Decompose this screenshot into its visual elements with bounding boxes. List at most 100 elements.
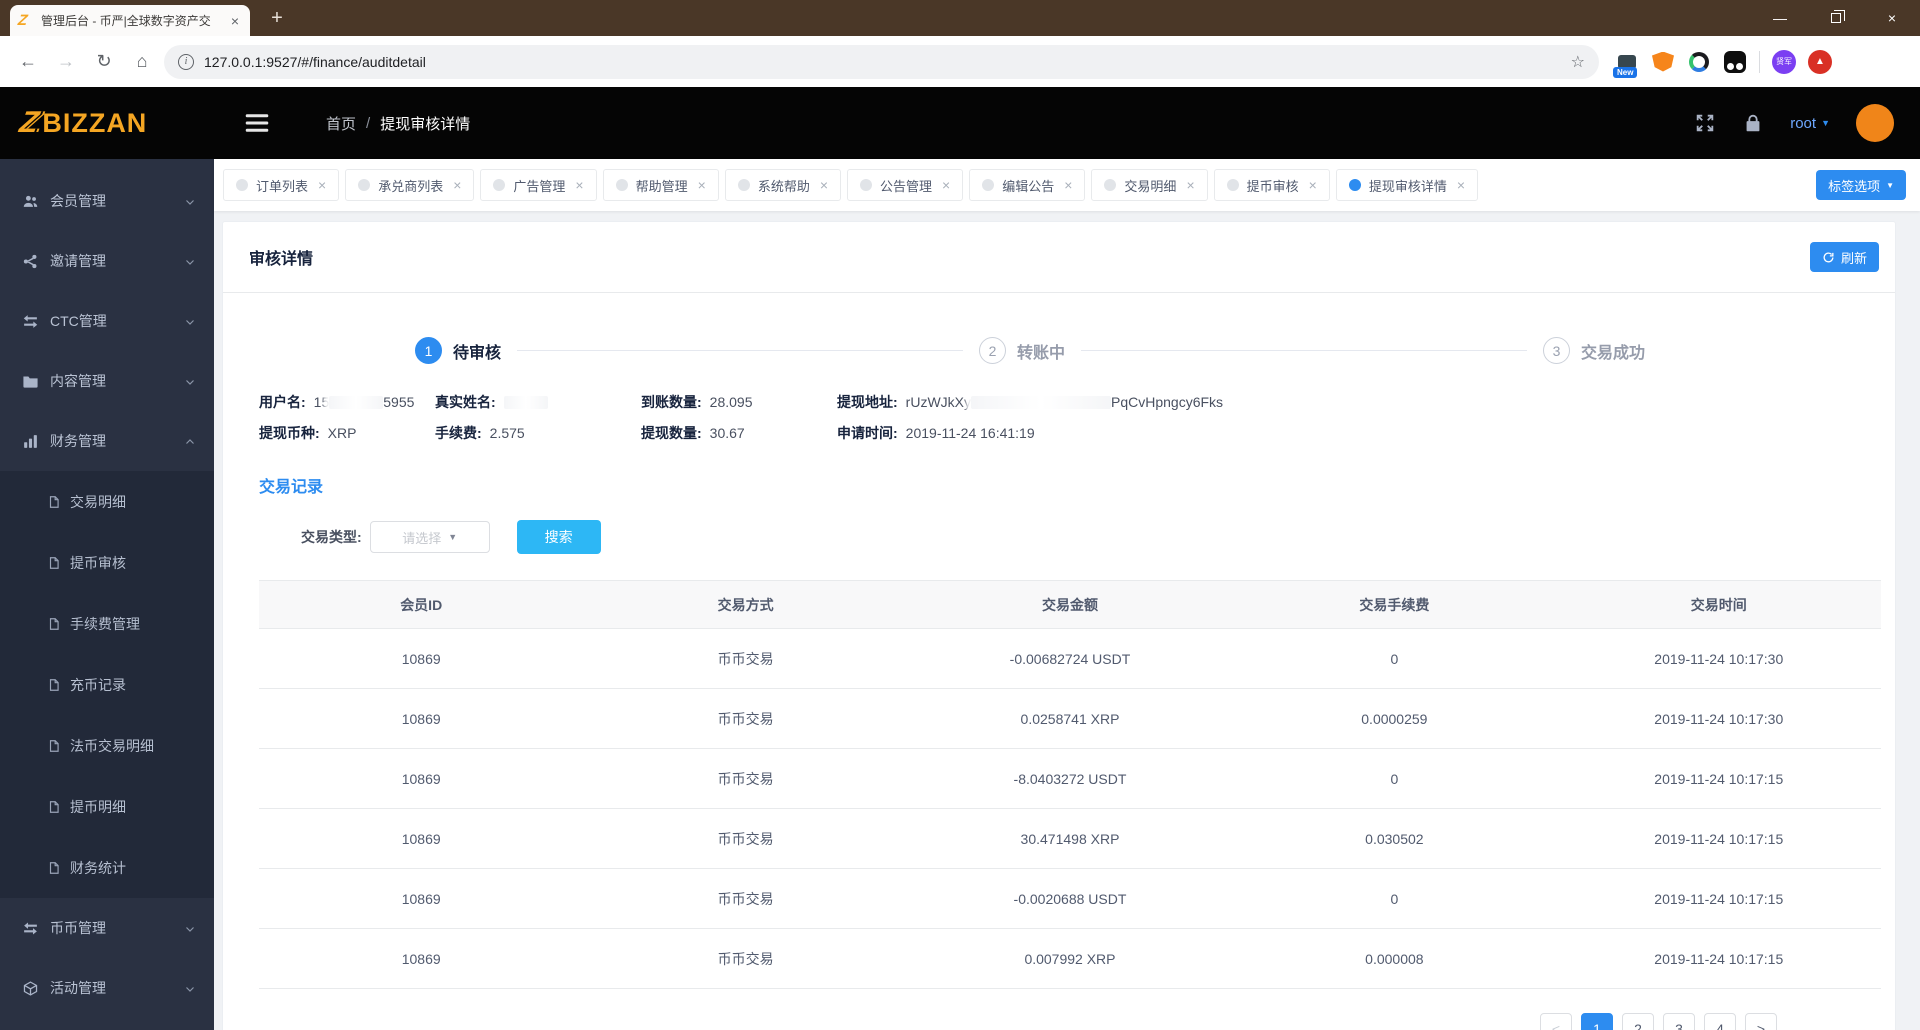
- app-tab-编辑公告[interactable]: 编辑公告 ×: [969, 169, 1086, 201]
- pagination-page-1[interactable]: 1: [1581, 1013, 1613, 1030]
- table-cell: 2019-11-24 10:17:15: [1556, 748, 1881, 809]
- app-tab-帮助管理[interactable]: 帮助管理 ×: [602, 169, 719, 201]
- browser-tab-close-icon[interactable]: ×: [228, 13, 242, 29]
- sidebar-item-CTC管理[interactable]: CTC管理: [0, 291, 214, 351]
- sidebar-item-邀请管理[interactable]: 邀请管理: [0, 231, 214, 291]
- ring-extension-icon[interactable]: [1687, 50, 1711, 74]
- tab-close-icon[interactable]: ×: [318, 177, 326, 193]
- table-row: 10869 币币交易 30.471498 XRP 0.030502 2019-11-24…: [259, 808, 1881, 869]
- pagination-next-button[interactable]: >: [1745, 1013, 1777, 1030]
- pagination-page-2[interactable]: 2: [1622, 1013, 1654, 1030]
- sidebar-item-币币管理[interactable]: 币币管理: [0, 898, 214, 958]
- submenu-item-充币记录[interactable]: 充币记录: [0, 654, 214, 715]
- app-tab-广告管理[interactable]: 广告管理 ×: [480, 169, 597, 201]
- sidebar-item-内容管理[interactable]: 内容管理: [0, 351, 214, 411]
- home-icon[interactable]: ⌂: [126, 46, 158, 78]
- tab-label: 提现审核详情: [1368, 178, 1447, 194]
- bizzan-logo[interactable]: Z BIZZAN: [0, 106, 214, 140]
- update-arrow-icon[interactable]: ▲: [1808, 49, 1832, 74]
- address-bar[interactable]: i 127.0.0.1:9527/#/finance/auditdetail ☆: [164, 44, 1599, 79]
- submenu-item-交易明细[interactable]: 交易明细: [0, 471, 214, 532]
- tab-close-icon[interactable]: ×: [698, 177, 706, 193]
- sidebar-item-活动管理[interactable]: 活动管理: [0, 958, 214, 1018]
- app-tab-公告管理[interactable]: 公告管理 ×: [847, 169, 964, 201]
- bookmark-star-icon[interactable]: ☆: [1571, 52, 1585, 72]
- lock-icon[interactable]: [1742, 112, 1764, 134]
- pagination-page-4[interactable]: 4: [1704, 1013, 1736, 1030]
- tab-close-icon[interactable]: ×: [1064, 177, 1072, 193]
- tab-close-icon[interactable]: ×: [575, 177, 583, 193]
- window-close-button[interactable]: ×: [1864, 0, 1920, 36]
- refresh-button[interactable]: 刷新: [1809, 242, 1879, 272]
- search-button[interactable]: 搜索: [516, 520, 601, 554]
- reload-icon[interactable]: ↻: [88, 46, 120, 78]
- app-tab-提现审核详情[interactable]: 提现审核详情 ×: [1335, 169, 1479, 201]
- pagination-page-3[interactable]: 3: [1663, 1013, 1695, 1030]
- info-value: 2.575: [490, 425, 525, 441]
- tab-dot-icon: [493, 179, 506, 191]
- browser-toolbar: ← → ↻ ⌂ i 127.0.0.1:9527/#/finance/audit…: [0, 36, 1920, 87]
- header-actions: root ▼: [1694, 104, 1920, 142]
- tab-close-icon[interactable]: ×: [820, 177, 828, 193]
- tab-close-icon[interactable]: ×: [453, 177, 461, 193]
- info-value-text: PqCvHpngcy6Fks: [1111, 394, 1224, 410]
- info-field: 到账数量: 28.095: [641, 392, 837, 412]
- submenu-item-财务统计[interactable]: 财务统计: [0, 837, 214, 898]
- transaction-type-select[interactable]: 请选择 ▼: [369, 521, 490, 553]
- info-field: 真实姓名:: [435, 392, 641, 412]
- submenu-item-label: 充币记录: [70, 676, 126, 693]
- new-tab-button[interactable]: +: [264, 7, 290, 30]
- doc-icon: [47, 739, 61, 753]
- submenu-item-提币明细[interactable]: 提币明细: [0, 776, 214, 837]
- back-icon[interactable]: ←: [12, 46, 44, 78]
- chevron-down-icon: ▼: [448, 532, 458, 542]
- info-field: 提现数量: 30.67: [641, 423, 837, 443]
- sidebar-item-label: 币币管理: [50, 920, 106, 936]
- info-field: 申请时间: 2019-11-24 16:41:19: [837, 423, 1875, 443]
- submenu-item-法币交易明细[interactable]: 法币交易明细: [0, 715, 214, 776]
- tab-label: 公告管理: [880, 178, 933, 194]
- app-tab-系统帮助[interactable]: 系统帮助 ×: [724, 169, 842, 201]
- fullscreen-icon[interactable]: [1694, 112, 1716, 134]
- browser-profile-avatar[interactable]: 贤军: [1772, 49, 1796, 74]
- user-menu[interactable]: root ▼: [1790, 115, 1830, 132]
- sidebar-toggle-icon[interactable]: [242, 108, 272, 138]
- table-cell: 0.0258741 XRP: [907, 688, 1233, 749]
- forward-icon[interactable]: →: [50, 46, 82, 78]
- info-field: 提现地址: rUzWJkXy PqCvHpngcy6Fks: [837, 392, 1875, 412]
- sidebar-item-会员管理[interactable]: 会员管理: [0, 171, 214, 231]
- metamask-icon[interactable]: [1651, 50, 1675, 74]
- tab-label: 帮助管理: [635, 178, 688, 194]
- tab-close-icon[interactable]: ×: [1309, 177, 1317, 193]
- user-avatar[interactable]: [1856, 104, 1894, 142]
- breadcrumb-home[interactable]: 首页: [326, 113, 356, 134]
- tab-dot-icon: [982, 179, 995, 191]
- site-info-icon[interactable]: i: [178, 53, 194, 70]
- tag-options-button[interactable]: 标签选项 ▼: [1816, 170, 1906, 200]
- extension-new-icon[interactable]: New: [1613, 50, 1639, 78]
- app-tab-承兑商列表[interactable]: 承兑商列表 ×: [345, 169, 475, 201]
- table-header-row: 会员ID 交易方式 交易金额 交易手续费 交易时间: [259, 580, 1881, 629]
- chevron-down-icon: ▼: [1821, 118, 1830, 128]
- transactions-table: 会员ID 交易方式 交易金额 交易手续费 交易时间 10869 币币交易 -0.006827…: [259, 580, 1881, 989]
- tab-close-icon[interactable]: ×: [1457, 177, 1465, 193]
- tab-label: 承兑商列表: [378, 178, 444, 194]
- app-tab-订单列表[interactable]: 订单列表 ×: [223, 169, 340, 201]
- tab-close-icon[interactable]: ×: [942, 177, 950, 193]
- browser-tab[interactable]: Z 管理后台 - 币严|全球数字资产交 ×: [10, 5, 250, 36]
- pagination-prev-button[interactable]: <: [1540, 1013, 1572, 1030]
- submenu-item-提币审核[interactable]: 提币审核: [0, 532, 214, 593]
- table-cell: 币币交易: [583, 688, 908, 749]
- window-minimize-button[interactable]: —: [1752, 0, 1808, 36]
- submenu-item-手续费管理[interactable]: 手续费管理: [0, 593, 214, 654]
- table-cell: 10869: [259, 688, 584, 749]
- window-restore-button[interactable]: [1808, 0, 1864, 36]
- doc-icon: [47, 861, 61, 875]
- main-area: 订单列表 × 承兑商列表 × 广告管理 × 帮助管理 × 系统帮助 × 公告管理 × 编辑公告 × 交易明细…: [214, 159, 1920, 1030]
- tab-close-icon[interactable]: ×: [1186, 177, 1194, 193]
- sidebar-item-财务管理[interactable]: 财务管理: [0, 411, 214, 471]
- app-tab-交易明细[interactable]: 交易明细 ×: [1091, 169, 1208, 201]
- info-value: 15 5955: [314, 394, 415, 410]
- panda-extension-icon[interactable]: [1723, 50, 1747, 74]
- app-tab-提币审核[interactable]: 提币审核 ×: [1213, 169, 1330, 201]
